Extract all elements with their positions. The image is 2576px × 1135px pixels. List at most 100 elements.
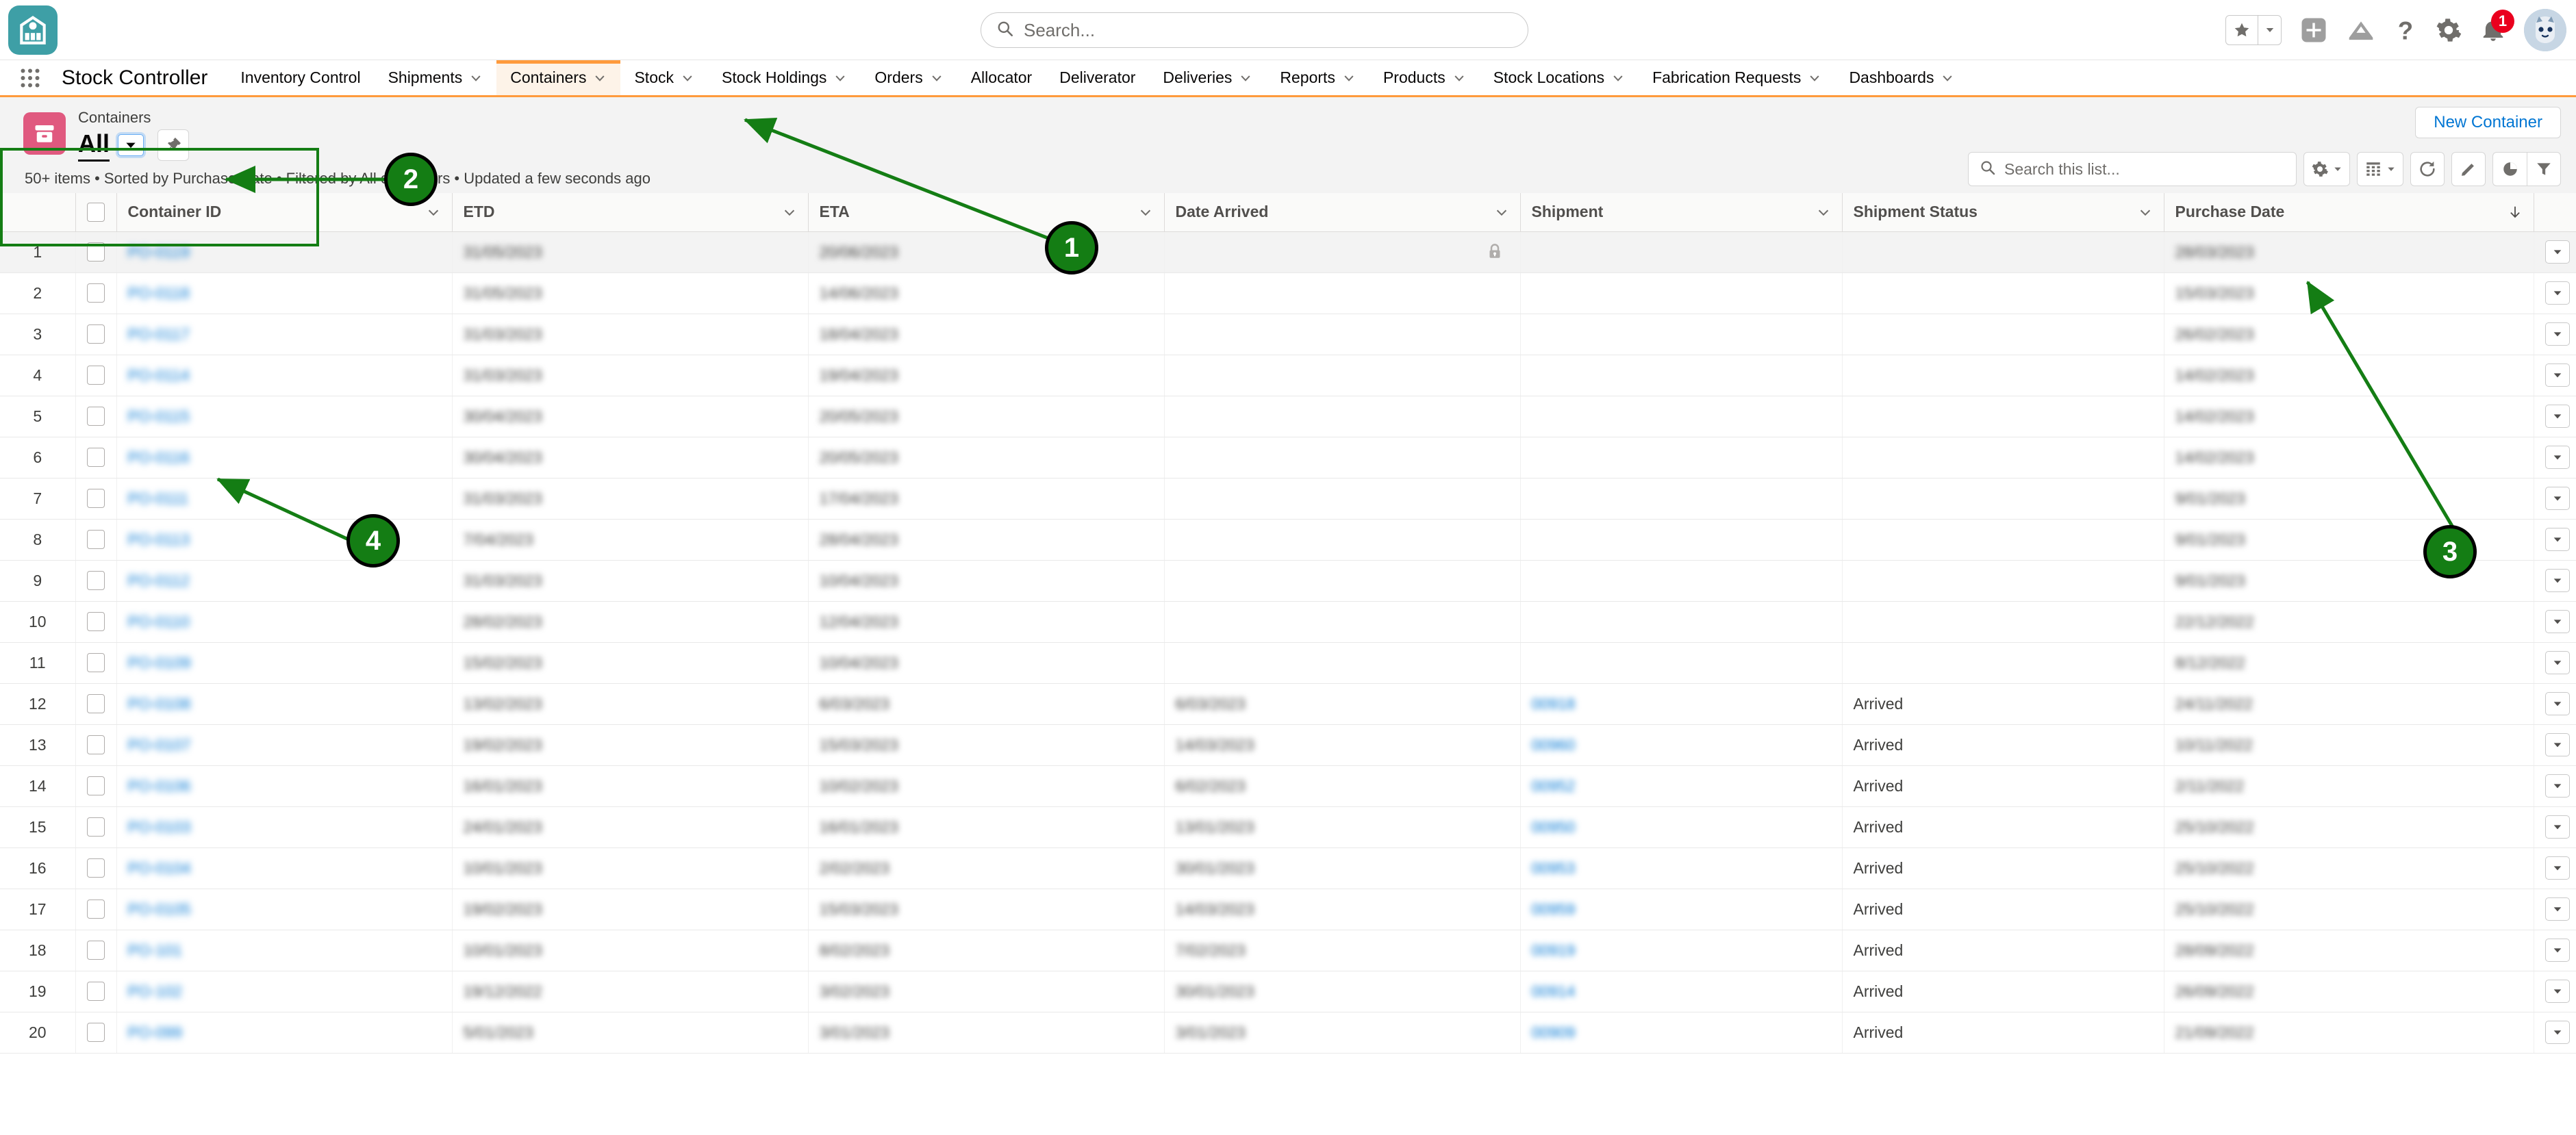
row-select-cell[interactable] xyxy=(75,724,117,766)
app-launcher-icon[interactable] xyxy=(8,60,52,95)
row-actions-cell[interactable] xyxy=(2534,560,2576,602)
row-action-menu-button[interactable] xyxy=(2545,405,2570,428)
row-select-cell[interactable] xyxy=(75,806,117,848)
table-row[interactable]: 1 PO-0119 31/05/2023 20/06/2023 28/03/2023 xyxy=(0,231,2576,273)
nav-item-containers[interactable]: Containers xyxy=(496,60,621,95)
row-checkbox[interactable] xyxy=(87,366,105,385)
row-action-menu-button[interactable] xyxy=(2545,487,2570,510)
nav-item-orders[interactable]: Orders xyxy=(861,60,957,95)
row-select-cell[interactable] xyxy=(75,889,117,930)
row-action-menu-button[interactable] xyxy=(2545,980,2570,1003)
row-actions-cell[interactable] xyxy=(2534,1012,2576,1054)
row-select-cell[interactable] xyxy=(75,272,117,314)
row-action-menu-button[interactable] xyxy=(2545,610,2570,633)
cell-container-id[interactable]: PO-0103 xyxy=(116,806,453,848)
cell-container-id[interactable]: PO-099 xyxy=(116,1012,453,1054)
nav-item-inventory-control[interactable]: Inventory Control xyxy=(227,60,374,95)
row-select-cell[interactable] xyxy=(75,971,117,1012)
select-all-header[interactable] xyxy=(75,193,117,232)
row-checkbox[interactable] xyxy=(87,448,105,468)
column-header-date-arrived[interactable]: Date Arrived xyxy=(1164,193,1521,232)
filter-funnel-icon[interactable] xyxy=(2527,152,2561,186)
row-checkbox[interactable] xyxy=(87,407,105,426)
row-action-menu-button[interactable] xyxy=(2545,240,2570,264)
row-checkbox[interactable] xyxy=(87,324,105,344)
cell-container-id[interactable]: PO-0118 xyxy=(116,272,453,314)
nav-item-deliverator[interactable]: Deliverator xyxy=(1046,60,1149,95)
search-this-list-input[interactable]: Search this list... xyxy=(1968,152,2297,186)
table-row[interactable]: 19 PO-102 19/12/2022 3/02/2023 30/01/2023 009… xyxy=(0,971,2576,1012)
row-checkbox[interactable] xyxy=(87,982,105,1002)
cell-container-id[interactable]: PO-102 xyxy=(116,971,453,1012)
cell-container-id[interactable]: PO-0119 xyxy=(116,231,453,273)
mountain-cloud-icon[interactable] xyxy=(2346,18,2376,42)
row-select-cell[interactable] xyxy=(75,601,117,643)
row-action-menu-button[interactable] xyxy=(2545,569,2570,592)
cell-container-id[interactable]: PO-0114 xyxy=(116,355,453,396)
cell-container-id[interactable]: PO-0104 xyxy=(116,847,453,889)
favorites-caret-icon[interactable] xyxy=(2258,16,2281,44)
nav-item-shipments[interactable]: Shipments xyxy=(375,60,497,95)
new-container-button[interactable]: New Container xyxy=(2415,107,2561,138)
row-checkbox[interactable] xyxy=(87,817,105,837)
row-checkbox[interactable] xyxy=(87,571,105,591)
row-actions-cell[interactable] xyxy=(2534,889,2576,930)
row-action-menu-button[interactable] xyxy=(2545,528,2570,551)
row-checkbox[interactable] xyxy=(87,694,105,714)
column-header-etd[interactable]: ETD xyxy=(452,193,809,232)
row-actions-cell[interactable] xyxy=(2534,971,2576,1012)
display-as-table-icon[interactable] xyxy=(2357,152,2403,186)
favorites-star-icon[interactable] xyxy=(2226,16,2258,44)
nav-item-deliveries[interactable]: Deliveries xyxy=(1149,60,1266,95)
cell-container-id[interactable]: PO-0112 xyxy=(116,560,453,602)
table-row[interactable]: 10 PO-0110 28/02/2023 12/04/2023 22/12/2022 xyxy=(0,601,2576,643)
row-select-cell[interactable] xyxy=(75,847,117,889)
row-actions-cell[interactable] xyxy=(2534,724,2576,766)
list-view-controls-icon[interactable] xyxy=(2303,152,2350,186)
avatar[interactable] xyxy=(2524,9,2566,51)
table-row[interactable]: 3 PO-0117 31/03/2023 18/04/2023 26/02/2023 xyxy=(0,314,2576,355)
table-row[interactable]: 4 PO-0114 31/03/2023 19/04/2023 14/02/2023 xyxy=(0,355,2576,396)
row-select-cell[interactable] xyxy=(75,1012,117,1054)
cell-container-id[interactable]: PO-0115 xyxy=(116,396,453,437)
row-actions-cell[interactable] xyxy=(2534,437,2576,479)
row-actions-cell[interactable] xyxy=(2534,519,2576,561)
row-select-cell[interactable] xyxy=(75,560,117,602)
row-actions-cell[interactable] xyxy=(2534,765,2576,807)
cell-container-id[interactable]: PO-0111 xyxy=(116,478,453,520)
global-search[interactable]: Search... xyxy=(981,12,1528,48)
nav-item-stock[interactable]: Stock xyxy=(620,60,708,95)
arrow-down-icon[interactable] xyxy=(2508,205,2523,220)
row-checkbox[interactable] xyxy=(87,530,105,550)
row-actions-cell[interactable] xyxy=(2534,642,2576,684)
row-action-menu-button[interactable] xyxy=(2545,446,2570,469)
row-action-menu-button[interactable] xyxy=(2545,1021,2570,1044)
chart-pie-icon[interactable] xyxy=(2492,152,2527,186)
row-checkbox[interactable] xyxy=(87,1023,105,1043)
nav-item-stock-locations[interactable]: Stock Locations xyxy=(1480,60,1639,95)
row-actions-cell[interactable] xyxy=(2534,314,2576,355)
table-row[interactable]: 6 PO-0116 30/04/2023 20/05/2023 14/02/2023 xyxy=(0,437,2576,479)
nav-item-stock-holdings[interactable]: Stock Holdings xyxy=(708,60,861,95)
row-action-menu-button[interactable] xyxy=(2545,322,2570,346)
cell-container-id[interactable]: PO-0110 xyxy=(116,601,453,643)
column-header-eta[interactable]: ETA xyxy=(808,193,1165,232)
cell-container-id[interactable]: PO-0105 xyxy=(116,889,453,930)
row-actions-cell[interactable] xyxy=(2534,272,2576,314)
table-row[interactable]: 2 PO-0118 31/05/2023 14/06/2023 15/03/2023 xyxy=(0,272,2576,314)
row-action-menu-button[interactable] xyxy=(2545,364,2570,387)
app-name[interactable]: Stock Controller xyxy=(52,60,227,95)
row-action-menu-button[interactable] xyxy=(2545,815,2570,839)
row-actions-cell[interactable] xyxy=(2534,683,2576,725)
table-row[interactable]: 18 PO-101 10/01/2023 8/02/2023 7/02/2023 0091… xyxy=(0,930,2576,971)
pin-icon[interactable] xyxy=(157,129,190,162)
row-actions-cell[interactable] xyxy=(2534,478,2576,520)
cell-container-id[interactable]: PO-0113 xyxy=(116,519,453,561)
row-select-cell[interactable] xyxy=(75,930,117,971)
table-row[interactable]: 5 PO-0115 30/04/2023 20/05/2023 14/02/2023 xyxy=(0,396,2576,437)
nav-item-reports[interactable]: Reports xyxy=(1266,60,1369,95)
chevron-down-icon[interactable] xyxy=(2138,205,2153,220)
table-row[interactable]: 7 PO-0111 31/03/2023 17/04/2023 9/01/2023 xyxy=(0,478,2576,520)
table-row[interactable]: 12 PO-0108 13/02/2023 6/03/2023 6/03/2023 009… xyxy=(0,683,2576,725)
refresh-icon[interactable] xyxy=(2410,152,2445,186)
